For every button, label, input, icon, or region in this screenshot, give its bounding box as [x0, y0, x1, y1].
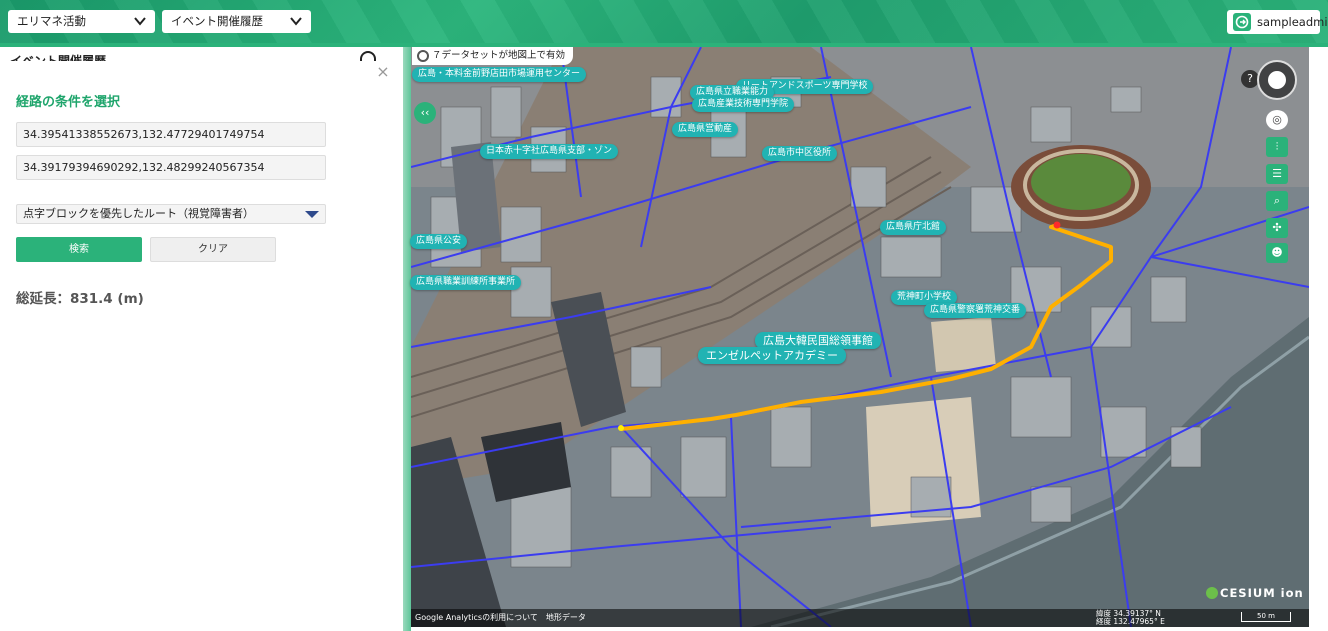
route-condition-panel: × 経路の条件を選択 34.39541338552673,132.4772940…	[0, 61, 400, 631]
compass-icon[interactable]	[1257, 60, 1297, 100]
chevron-down-icon	[290, 17, 302, 26]
dropdown-arrow-icon	[305, 211, 319, 218]
list-icon[interactable]: ☰	[1266, 164, 1288, 184]
route-end-marker	[1053, 221, 1061, 229]
total-length: 総延長：831.4 (m)	[16, 291, 144, 307]
footer-links[interactable]: Google Analyticsの利用について 地形データ	[415, 612, 586, 623]
clear-button[interactable]: クリア	[150, 237, 276, 262]
scale-bar: 50 m	[1241, 612, 1291, 622]
cesium-attribution: CESIUM ion	[1206, 586, 1304, 600]
username: sampleadmin	[1257, 15, 1328, 29]
activity-dropdown[interactable]: エリマネ活動	[8, 10, 155, 33]
poi-label[interactable]: 広島県警察署荒神交番	[924, 303, 1027, 318]
top-header: エリマネ活動 イベント開催履歴 sampleadmin	[0, 0, 1328, 43]
poi-label[interactable]: 広島県公安	[410, 234, 468, 249]
chevron-down-icon	[134, 17, 146, 26]
panel-divider[interactable]	[403, 47, 411, 631]
map-bottom-gutter	[411, 627, 1309, 631]
cesium-text: CESIUM ion	[1220, 586, 1304, 600]
map-right-gutter	[1309, 47, 1328, 631]
users-icon[interactable]: ☻	[1266, 243, 1288, 263]
logout-icon	[1233, 13, 1251, 31]
panel-title: 経路の条件を選択	[16, 95, 121, 110]
adjust-icon[interactable]: ⫶	[1266, 137, 1288, 157]
activity-dropdown-label: エリマネ活動	[17, 14, 86, 28]
dataset-status[interactable]: ７データセットが地図上で有効	[412, 47, 574, 65]
compass-center[interactable]	[1268, 71, 1286, 89]
poi-label[interactable]: 広島県庁北館	[880, 220, 947, 235]
start-coordinate-field[interactable]: 34.39541338552673,132.47729401749754	[16, 122, 326, 147]
close-icon[interactable]: ×	[376, 64, 390, 80]
route-start-marker	[618, 425, 624, 431]
locate-icon[interactable]: ◎	[1266, 110, 1288, 130]
share-icon[interactable]: ✣	[1266, 218, 1288, 238]
poi-label[interactable]: 日本赤十字社広島県支部・ゾン	[480, 144, 619, 159]
poi-label[interactable]: 広島・本料金前野店田市場運用センター	[412, 67, 587, 82]
search-button[interactable]: 検索	[16, 237, 142, 262]
search-icon[interactable]: ⌕	[1266, 191, 1288, 211]
poi-label[interactable]: 広島県職業訓練所事業所	[410, 275, 522, 290]
cesium-logo-icon	[1206, 587, 1218, 599]
poi-label[interactable]: 広島県営動産	[672, 122, 739, 137]
map-footer: Google Analyticsの利用について 地形データ 緯度 34.3913…	[411, 609, 1309, 627]
layers-icon	[417, 50, 429, 62]
footer-longitude: 経度 132.47965° E	[1096, 617, 1165, 626]
poi-label[interactable]: 広島産業技術専門学院	[692, 97, 795, 112]
collapse-panel-button[interactable]: ‹‹	[414, 102, 436, 124]
route-type-select[interactable]: 点字ブロックを優先したルート（視覚障害者）	[16, 204, 326, 224]
footer-coordinates: 緯度 34.39137° N 経度 132.47965° E	[1096, 610, 1165, 626]
left-panel: イベント開催履歴 × 経路の条件を選択 34.39541338552673,13…	[0, 47, 403, 631]
history-dropdown[interactable]: イベント開催履歴	[162, 10, 311, 33]
dataset-status-text: ７データセットが地図上で有効	[432, 50, 566, 61]
user-menu[interactable]: sampleadmin	[1227, 10, 1328, 34]
poi-label[interactable]: エンゼルペットアカデミー	[698, 347, 846, 364]
route-type-value: 点字ブロックを優先したルート（視覚障害者）	[23, 207, 254, 220]
poi-label[interactable]: 広島市中区役所	[762, 146, 838, 161]
history-dropdown-label: イベント開催履歴	[171, 14, 263, 28]
end-coordinate-field[interactable]: 34.39179394690292,132.48299240567354	[16, 155, 326, 180]
